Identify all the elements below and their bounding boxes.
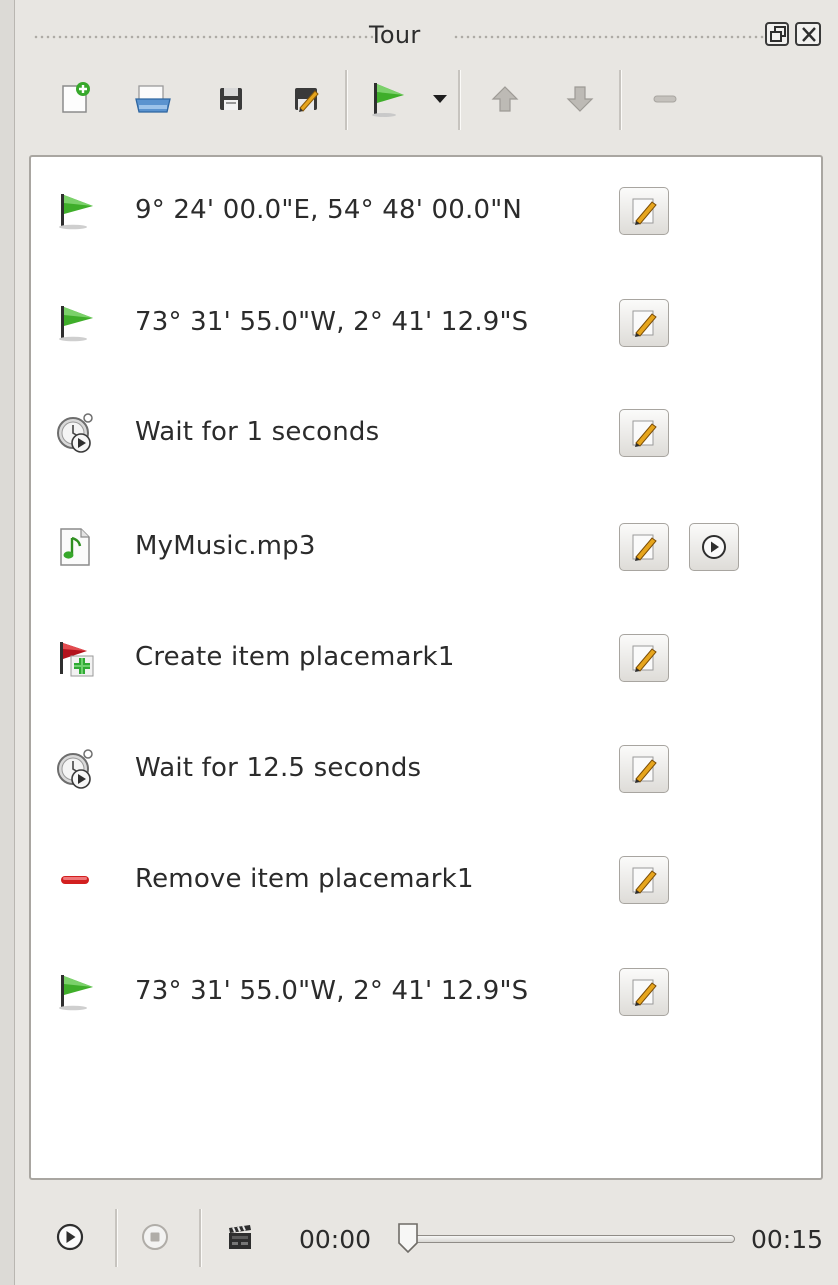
edit-button[interactable] [619,187,669,235]
item-label: 73° 31' 55.0"W, 2° 41' 12.9"S [135,307,529,337]
item-label: MyMusic.mp3 [135,531,316,561]
window-left-edge [0,0,15,1285]
item-label: Wait for 1 seconds [135,417,380,447]
wait-clock-icon [53,746,99,792]
arrow-up-icon [491,86,519,112]
edit-button[interactable] [619,856,669,904]
float-icon [770,26,786,42]
play-button[interactable] [48,1215,92,1259]
current-time: 00:00 [299,1225,372,1254]
green-flag-icon [53,969,99,1015]
arrow-down-icon [566,86,594,112]
create-placemark-icon [53,635,99,681]
item-label: 9° 24' 00.0"E, 54° 48' 00.0"N [135,195,523,225]
edit-pencil-icon [632,645,657,672]
record-movie-button[interactable] [218,1215,262,1259]
add-flyto-button[interactable] [365,74,415,124]
progress-slider-handle[interactable] [395,1221,421,1255]
close-icon [802,27,816,42]
title-bar[interactable]: Tour [15,12,838,58]
play-sound-button[interactable] [689,523,739,571]
list-item[interactable]: Wait for 12.5 seconds [31,734,821,804]
add-menu-button[interactable] [428,74,452,124]
edit-pencil-icon [632,198,657,225]
list-item[interactable]: Create item placemark1 [31,623,821,693]
play-icon [702,535,726,559]
edit-button[interactable] [619,299,669,347]
wait-clock-icon [53,410,99,456]
remove-button[interactable] [640,74,690,124]
close-button[interactable] [795,22,821,46]
save-as-edit-icon [295,88,319,112]
green-flag-icon [53,188,99,234]
music-file-icon [53,524,99,570]
toolbar-separator [619,70,622,130]
open-folder-icon [135,85,171,113]
edit-pencil-icon [632,310,657,337]
panel-title: Tour [369,21,421,49]
playback-bar: 00:00 00:15 [15,1195,838,1285]
playback-separator [115,1209,118,1267]
edit-pencil-icon [632,867,657,894]
play-icon [56,1223,84,1251]
tour-toolbar [15,62,838,142]
list-item[interactable]: 9° 24' 00.0"E, 54° 48' 00.0"N [31,176,821,246]
total-time: 00:15 [751,1225,824,1254]
clapperboard-icon [229,1225,251,1249]
title-grip-right [453,34,775,40]
tour-item-list[interactable]: 9° 24' 00.0"E, 54° 48' 00.0"N 73° 31' 55… [29,155,823,1180]
item-label: Wait for 12.5 seconds [135,753,422,783]
list-item[interactable]: 73° 31' 55.0"W, 2° 41' 12.9"S [31,957,821,1027]
edit-button[interactable] [619,634,669,682]
playback-separator [199,1209,202,1267]
toolbar-separator [458,70,461,130]
edit-pencil-icon [632,534,657,561]
float-button[interactable] [765,22,789,46]
edit-button[interactable] [619,968,669,1016]
edit-button[interactable] [619,523,669,571]
tour-panel: Tour 9° 24' 00.0"E, 54° 48' 00.0"N 73° 3… [15,0,838,1285]
edit-pencil-icon [632,979,657,1006]
title-grip-left [33,34,373,40]
move-up-button[interactable] [480,74,530,124]
list-item[interactable]: 73° 31' 55.0"W, 2° 41' 12.9"S [31,288,821,358]
stop-icon [142,1224,168,1250]
list-item[interactable]: Wait for 1 seconds [31,398,821,468]
new-tour-button[interactable] [50,74,100,124]
slider-handle-icon [398,1223,418,1254]
stop-button[interactable] [133,1215,177,1259]
open-tour-button[interactable] [128,74,178,124]
edit-pencil-icon [632,756,657,783]
remove-icon [53,857,99,903]
minus-icon [653,95,677,103]
save-disk-icon [220,88,242,110]
move-down-button[interactable] [555,74,605,124]
save-tour-button[interactable] [206,74,256,124]
edit-button[interactable] [619,745,669,793]
list-item[interactable]: Remove item placemark1 [31,845,821,915]
progress-track[interactable] [413,1235,735,1243]
dropdown-arrow-icon [433,95,447,103]
list-item[interactable]: MyMusic.mp3 [31,512,821,582]
item-label: Create item placemark1 [135,642,455,672]
green-flag-icon [53,300,99,346]
toolbar-separator [345,70,348,130]
edit-button[interactable] [619,409,669,457]
item-label: 73° 31' 55.0"W, 2° 41' 12.9"S [135,976,529,1006]
green-flag-icon [372,83,404,117]
new-document-icon [62,82,90,113]
save-as-button[interactable] [281,74,331,124]
item-label: Remove item placemark1 [135,864,474,894]
edit-pencil-icon [632,420,657,447]
